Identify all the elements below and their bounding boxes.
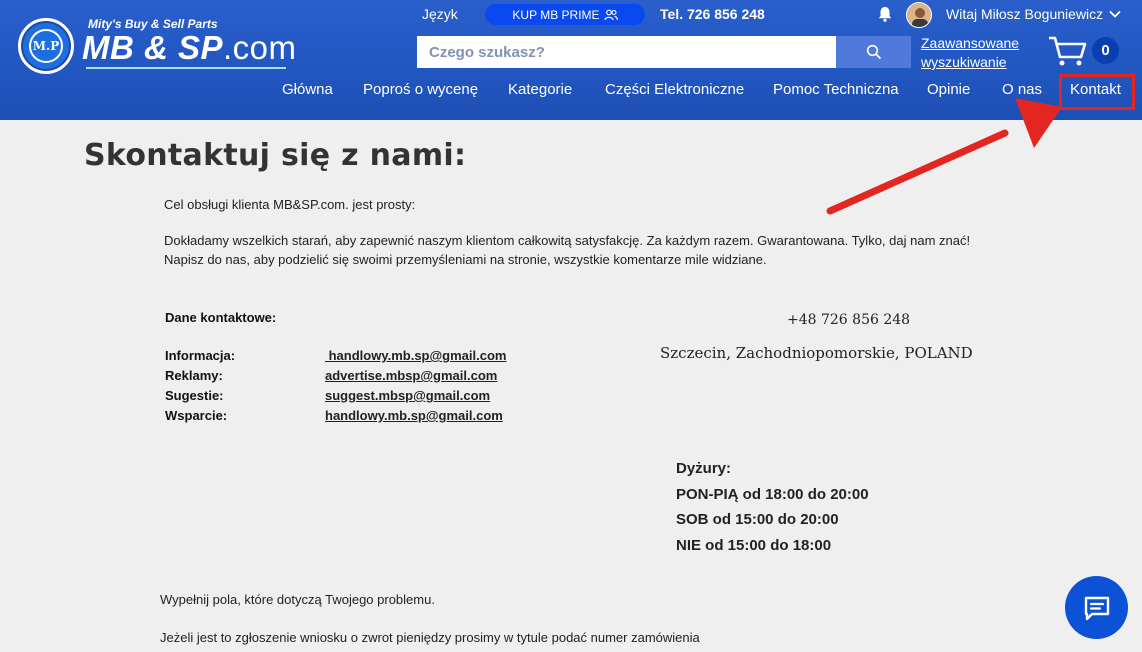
hours-weekdays: PON-PIĄ od 18:00 do 20:00 (676, 486, 869, 503)
advanced-search-link[interactable]: Zaawansowane wyszukiwanie (921, 34, 1031, 72)
hours-sunday: NIE od 15:00 do 18:00 (676, 537, 832, 554)
chat-icon (1084, 596, 1109, 620)
nav-item-wycena[interactable]: Poproś o wycenę (363, 81, 478, 98)
logo-domain: .com (223, 29, 297, 66)
email-link-reklamy[interactable]: advertise.mbsp@gmail.com (325, 368, 497, 383)
prime-button-label: KUP MB PRIME (512, 7, 600, 22)
avatar[interactable] (906, 2, 932, 28)
logo-underline (86, 67, 286, 69)
refund-note-text: Jeżeli jest to zgłoszenie wniosku o zwro… (160, 630, 700, 645)
nav-item-o-nas[interactable]: O nas (1002, 81, 1042, 98)
cart-icon[interactable] (1048, 35, 1088, 67)
page-title: Skontaktuj się z nami: (84, 138, 467, 173)
contact-heading: Dane kontaktowe: (165, 310, 277, 325)
contact-address: Szczecin, Zachodniopomorskie, POLAND (660, 344, 973, 362)
chevron-down-icon (1109, 10, 1121, 18)
hours-heading: Dyżury: (676, 460, 732, 477)
user-group-icon (603, 9, 618, 20)
bell-icon[interactable] (876, 5, 894, 23)
form-intro-text: Wypełnij pola, które dotyczą Twojego pro… (160, 592, 435, 607)
nav-item-pomoc[interactable]: Pomoc Techniczna (773, 81, 899, 98)
cart-count-badge[interactable]: 0 (1092, 37, 1119, 64)
logo-badge-text: M.P (29, 29, 63, 63)
paragraph-satisfaction: Dokładamy wszelkich starań, aby zapewnić… (164, 233, 971, 248)
header-phone[interactable]: Tel. 726 856 248 (660, 6, 765, 22)
main-nav: Główna Poproś o wycenę Kategorie Części … (0, 81, 1142, 105)
nav-item-kategorie[interactable]: Kategorie (508, 81, 572, 98)
chat-button[interactable] (1065, 576, 1128, 639)
nav-item-opinie[interactable]: Opinie (927, 81, 970, 98)
contact-label-informacja: Informacja: (165, 348, 236, 363)
paragraph-write-us: Napisz do nas, aby podzielić się swoimi … (164, 252, 767, 267)
avatar-image (907, 3, 931, 27)
contact-label-reklamy: Reklamy: (165, 368, 223, 383)
language-selector[interactable]: Język (422, 6, 458, 22)
search-button[interactable] (836, 36, 911, 68)
user-greeting: Witaj Miłosz Boguniewicz (946, 6, 1104, 22)
search-input[interactable] (417, 36, 836, 68)
buy-prime-button[interactable]: KUP MB PRIME (485, 4, 645, 25)
nav-item-czesci[interactable]: Części Elektroniczne (605, 81, 744, 98)
logo-wordmark[interactable]: MB & SP.com (82, 29, 297, 67)
site-header: M.P Mity's Buy & Sell Parts MB & SP.com … (0, 0, 1142, 120)
search-icon (866, 44, 881, 60)
contact-phone: +48 726 856 248 (787, 312, 911, 328)
kontakt-highlight-box (1059, 74, 1135, 110)
contact-label-sugestie: Sugestie: (165, 388, 224, 403)
user-menu[interactable]: Witaj Miłosz Boguniewicz (946, 6, 1121, 22)
hours-saturday: SOB od 15:00 do 20:00 (676, 511, 839, 528)
intro-text: Cel obsługi klienta MB&SP.com. jest pros… (164, 197, 416, 212)
logo-name: MB & SP (82, 29, 224, 66)
logo-badge[interactable]: M.P (18, 18, 74, 74)
email-link-sugestie[interactable]: suggest.mbsp@gmail.com (325, 388, 490, 403)
email-link-informacja[interactable]: handlowy.mb.sp@gmail.com (325, 348, 507, 363)
nav-item-glowna[interactable]: Główna (282, 81, 333, 98)
email-link-wsparcie[interactable]: handlowy.mb.sp@gmail.com (325, 408, 503, 423)
contact-label-wsparcie: Wsparcie: (165, 408, 228, 423)
